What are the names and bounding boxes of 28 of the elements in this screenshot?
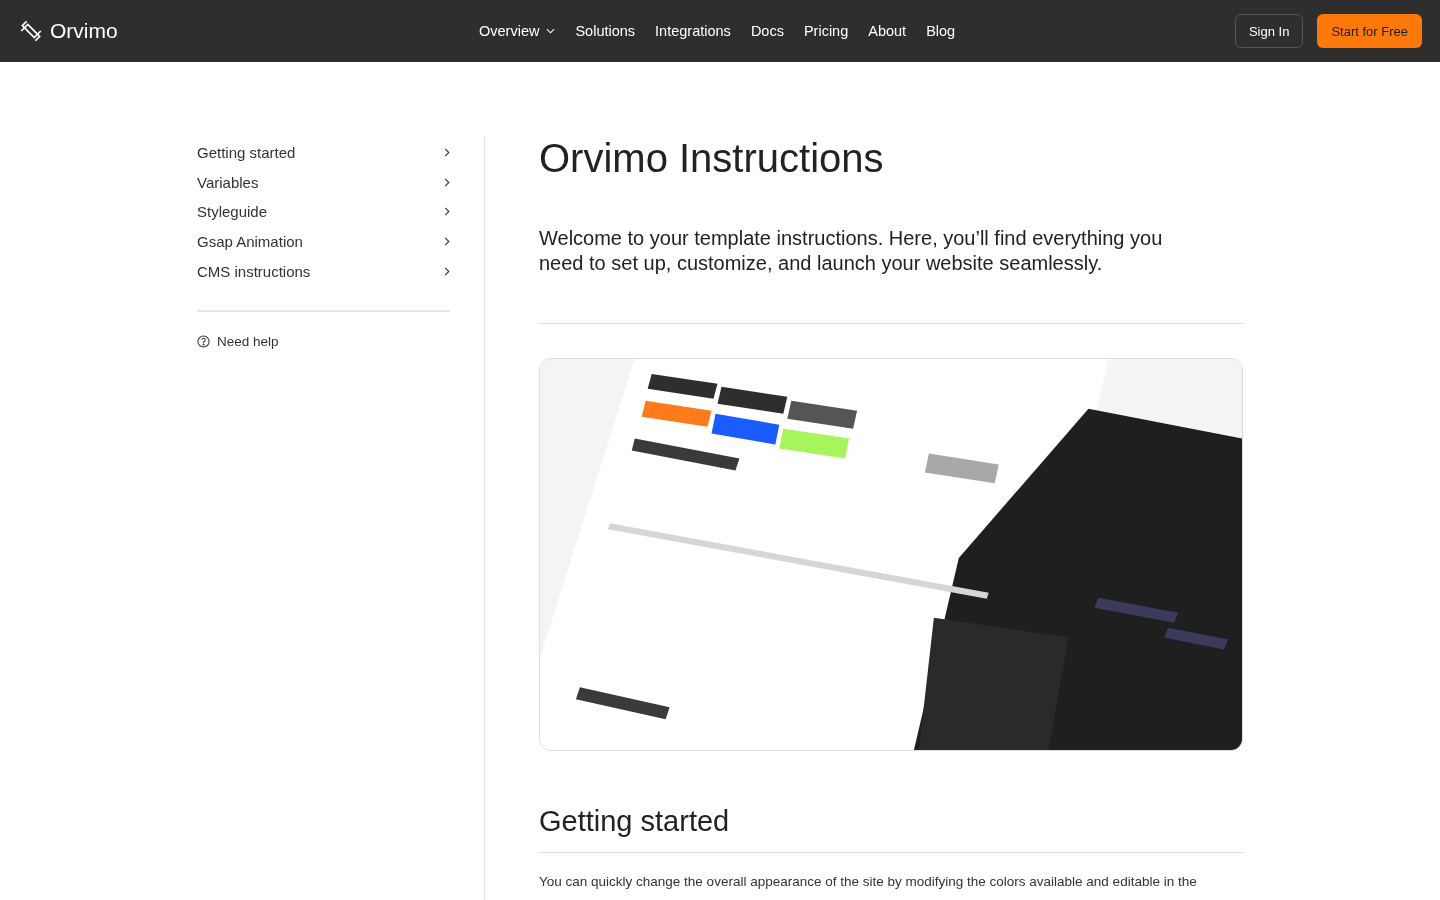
section-text: You can quickly change the overall appearance of the site by modifying the colors available and editable in the [539, 874, 1198, 889]
sidebar-item[interactable]: Gsap Animation [197, 226, 450, 257]
chevron-right-icon [444, 177, 450, 187]
sidebar-item[interactable]: Getting started [197, 138, 450, 168]
need-help-link[interactable]: Need help [197, 333, 450, 349]
chevron-right-icon [444, 237, 450, 247]
sidebar-item[interactable]: CMS instructions [197, 256, 450, 286]
sign-in-button[interactable]: Sign In [1234, 14, 1304, 48]
question-circle-icon [197, 334, 210, 348]
start-for-free-button[interactable]: Start for Free [1317, 14, 1422, 48]
section-heading: Getting started [539, 805, 731, 838]
nav-link[interactable]: Pricing [803, 23, 849, 39]
chevron-right-icon [444, 266, 450, 276]
chevron-right-icon [444, 148, 450, 158]
page-title: Orvimo Instructions [539, 136, 885, 182]
nav-link[interactable]: Integrations [655, 23, 731, 39]
sidebar-item[interactable]: Styleguide [197, 197, 450, 227]
intro-text: Welcome to your template instructions. Here, you’ll find everything you need to set up, customize, and launch your website seamlessly. [539, 226, 1164, 276]
nav-link[interactable]: Overview [479, 23, 556, 39]
sidebar-item[interactable]: Variables [197, 167, 450, 198]
chevron-right-icon [444, 207, 450, 217]
chevron-down-icon [546, 28, 556, 34]
nav-link[interactable]: Solutions [575, 23, 636, 39]
nav-link[interactable]: Docs [750, 23, 784, 39]
nav-link[interactable]: Blog [926, 23, 956, 39]
brand-name[interactable]: Orvimo [50, 19, 118, 43]
logo-icon [18, 18, 44, 44]
nav-link[interactable]: About [868, 23, 907, 39]
